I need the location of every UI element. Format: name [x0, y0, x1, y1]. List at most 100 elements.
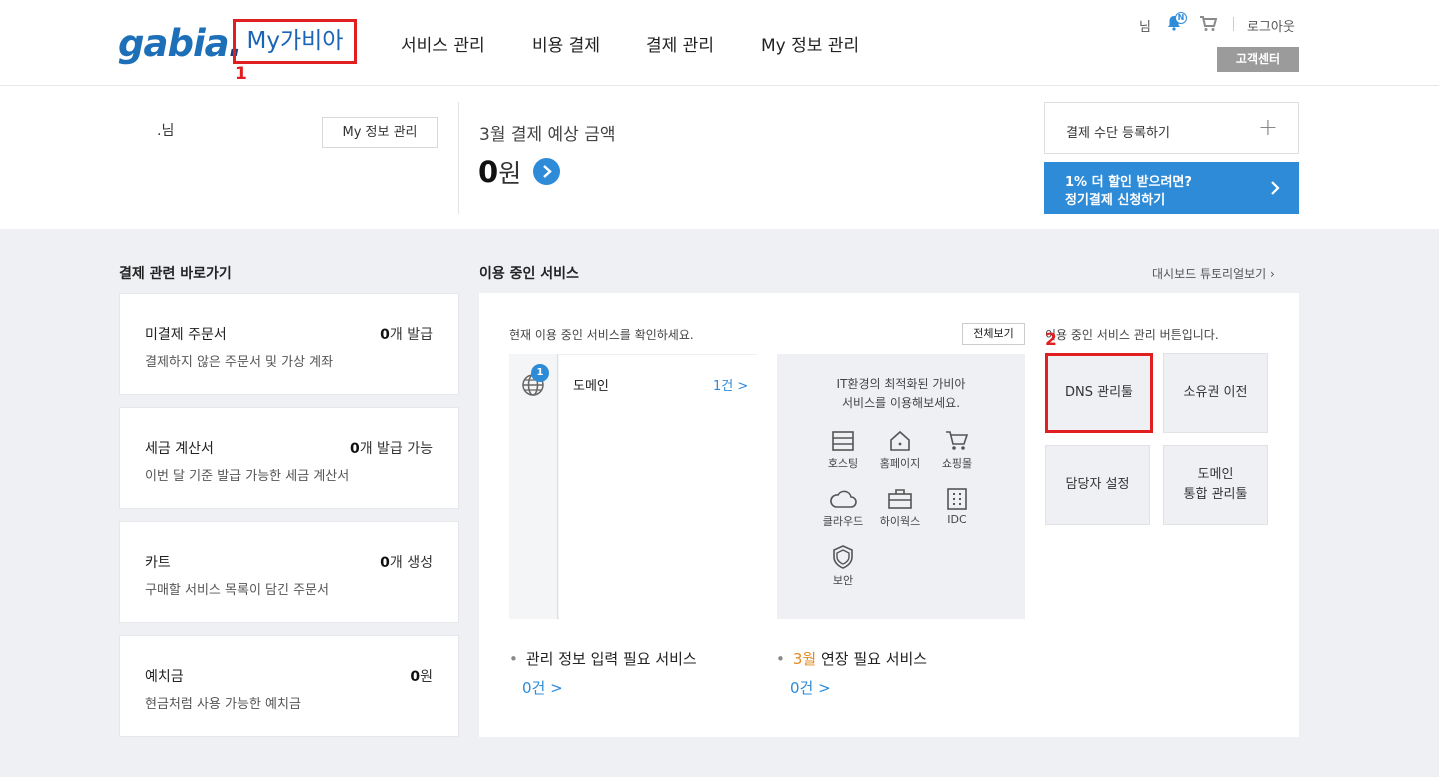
logo-text: gabia [118, 22, 230, 65]
nav-cost-payment[interactable]: 비용 결제 [532, 31, 600, 56]
promo-label: 하이웍스 [879, 515, 921, 528]
bullet: • [776, 650, 785, 668]
callout-1: 1 [235, 64, 247, 84]
card-desc: 결제하지 않은 주문서 및 가상 계좌 [145, 355, 334, 370]
promo-cloud[interactable]: 클라우드 [818, 488, 868, 529]
discount-line2: 정기결제 신청하기 [1065, 193, 1166, 208]
domain-integrated-manager-button[interactable]: 도메인 통합 관리툴 [1163, 445, 1268, 525]
bell-icon[interactable]: N [1165, 12, 1187, 34]
cart-icon[interactable] [1199, 16, 1218, 36]
card-count: 0 [380, 555, 390, 571]
card-title: 카트 [145, 555, 171, 571]
card-count: 0 [349, 441, 360, 457]
building-icon [947, 488, 967, 510]
notification-badge: N [1175, 12, 1187, 24]
gabia-logo[interactable]: gabia. [118, 22, 243, 65]
user-name: 님 [1139, 20, 1151, 35]
logout-link[interactable]: 로그아웃 [1247, 16, 1295, 35]
customer-center-button[interactable]: 고객센터 [1217, 47, 1299, 72]
shortcuts-title: 결제 관련 바로가기 [119, 266, 232, 282]
card-value: 0개 발급 [380, 324, 433, 344]
contact-settings-button[interactable]: 담당자 설정 [1045, 445, 1150, 525]
card-value: 0개 발급 가능 [350, 438, 433, 458]
view-all-button[interactable]: 전체보기 [962, 323, 1025, 345]
need-info-count-link[interactable]: 0건 > [522, 677, 563, 698]
renew-count: 0건 > [790, 679, 831, 697]
promo-hiworks[interactable]: 하이웍스 [875, 488, 925, 529]
bullet: • [509, 650, 518, 668]
domain-count-link[interactable]: 1건 > [713, 375, 748, 394]
card-title: 세금 계산서 [145, 441, 214, 457]
promo-label: 홈페이지 [879, 457, 921, 470]
services-title: 이용 중인 서비스 [479, 266, 579, 282]
tile-label-line2: 통합 관리툴 [1183, 487, 1248, 502]
shortcut-card-cart[interactable]: 카트 0개 생성 구매할 서비스 목록이 담긴 주문서 [119, 521, 459, 623]
card-unit: 원 [420, 669, 433, 685]
chevron-right-icon: › [1270, 267, 1275, 281]
tile-label-line1: 도메인 [1197, 467, 1234, 482]
my-info-button[interactable]: My 정보 관리 [322, 117, 438, 148]
promo-homepage[interactable]: 홈페이지 [875, 430, 925, 471]
estimate-amount: 0 [478, 155, 499, 189]
manage-text: 이용 중인 서비스 관리 버튼입니다. [1045, 328, 1219, 342]
card-desc: 현금처럼 사용 가능한 예치금 [145, 697, 301, 712]
renew-month: 3월 [792, 650, 817, 668]
summary-divider [458, 102, 459, 214]
discount-line1: 1% 더 할인 받으려면? [1065, 175, 1192, 190]
need-info-count: 0건 > [522, 679, 563, 697]
card-desc: 이번 달 기준 발급 가능한 세금 계산서 [145, 469, 350, 484]
domain-service-label[interactable]: 도메인 [573, 375, 609, 394]
dns-manager-button[interactable]: DNS 관리툴 [1045, 353, 1153, 433]
promo-security[interactable]: 보안 [818, 545, 868, 588]
renew-section: • 3월 연장 필요 서비스 [776, 648, 927, 669]
register-payment-label: 결제 수단 등록하기 [1066, 126, 1170, 141]
nav-my-info[interactable]: My 정보 관리 [761, 31, 859, 56]
promo-shopping[interactable]: 쇼핑몰 [932, 430, 982, 471]
promo-line1: IT환경의 최적화된 가비아 [836, 377, 966, 391]
shield-icon [833, 545, 853, 569]
nav-service-manage[interactable]: 서비스 관리 [401, 31, 485, 56]
card-count: 0 [380, 327, 390, 343]
shortcut-card-unpaid[interactable]: 미결제 주문서 0개 발급 결제하지 않은 주문서 및 가상 계좌 [119, 293, 459, 395]
shortcut-card-deposit[interactable]: 예치금 0원 현금처럼 사용 가능한 예치금 [119, 635, 459, 737]
my-gabia-link[interactable]: My가비아 [233, 19, 357, 64]
card-value: 0개 생성 [380, 552, 433, 572]
briefcase-icon [888, 489, 912, 509]
shortcut-card-tax-invoice[interactable]: 세금 계산서 0개 발급 가능 이번 달 기준 발급 가능한 세금 계산서 [119, 407, 459, 509]
nav-payment-manage[interactable]: 결제 관리 [646, 31, 714, 56]
promo-label: 쇼핑몰 [941, 457, 973, 470]
check-services-text: 현재 이용 중인 서비스를 확인하세요. [509, 328, 694, 342]
card-unit: 개 발급 [389, 327, 433, 343]
renew-count-link[interactable]: 0건 > [790, 677, 831, 698]
promo-text: IT환경의 최적화된 가비아 서비스를 이용해보세요. [777, 375, 1025, 413]
promo-line2: 서비스를 이용해보세요. [841, 396, 961, 410]
card-value: 0원 [410, 666, 433, 686]
tile-label: 담당자 설정 [1065, 477, 1130, 492]
estimate-unit: 원 [498, 159, 522, 188]
estimate-label: 3월 결제 예상 금액 [479, 125, 616, 145]
header: gabia. My가비아 1 서비스 관리 비용 결제 결제 관리 My 정보 … [0, 0, 1439, 86]
domain-count-label: 1건 > [713, 379, 749, 394]
renew-label: 연장 필요 서비스 [816, 650, 928, 668]
regular-payment-banner[interactable]: 1% 더 할인 받으려면? 정기결제 신청하기 [1044, 162, 1299, 214]
hosting-icon [832, 431, 854, 451]
register-payment-button[interactable]: 결제 수단 등록하기 + [1044, 102, 1299, 154]
tutorial-link[interactable]: 대시보드 튜토리얼보기 › [1152, 265, 1275, 282]
estimate-detail-arrow-icon[interactable] [533, 158, 560, 185]
tile-label: DNS 관리툴 [1065, 385, 1133, 400]
card-unit: 개 생성 [389, 555, 433, 571]
promo-hosting[interactable]: 호스팅 [818, 430, 868, 471]
header-divider [1233, 17, 1234, 31]
card-unit: 개 발급 가능 [359, 441, 433, 457]
promo-label: IDC [947, 513, 967, 526]
chevron-right-icon [1271, 181, 1280, 195]
shopping-cart-icon [946, 431, 969, 450]
ownership-transfer-button[interactable]: 소유권 이전 [1163, 353, 1268, 433]
promo-idc[interactable]: IDC [932, 488, 982, 526]
need-info-label: 관리 정보 입력 필요 서비스 [525, 650, 697, 668]
estimate-amount-wrap: 0원 [478, 154, 521, 192]
house-icon [890, 430, 910, 451]
card-count: 0 [410, 669, 421, 685]
promo-label: 호스팅 [827, 457, 859, 470]
domain-count-badge: 1 [531, 364, 549, 382]
